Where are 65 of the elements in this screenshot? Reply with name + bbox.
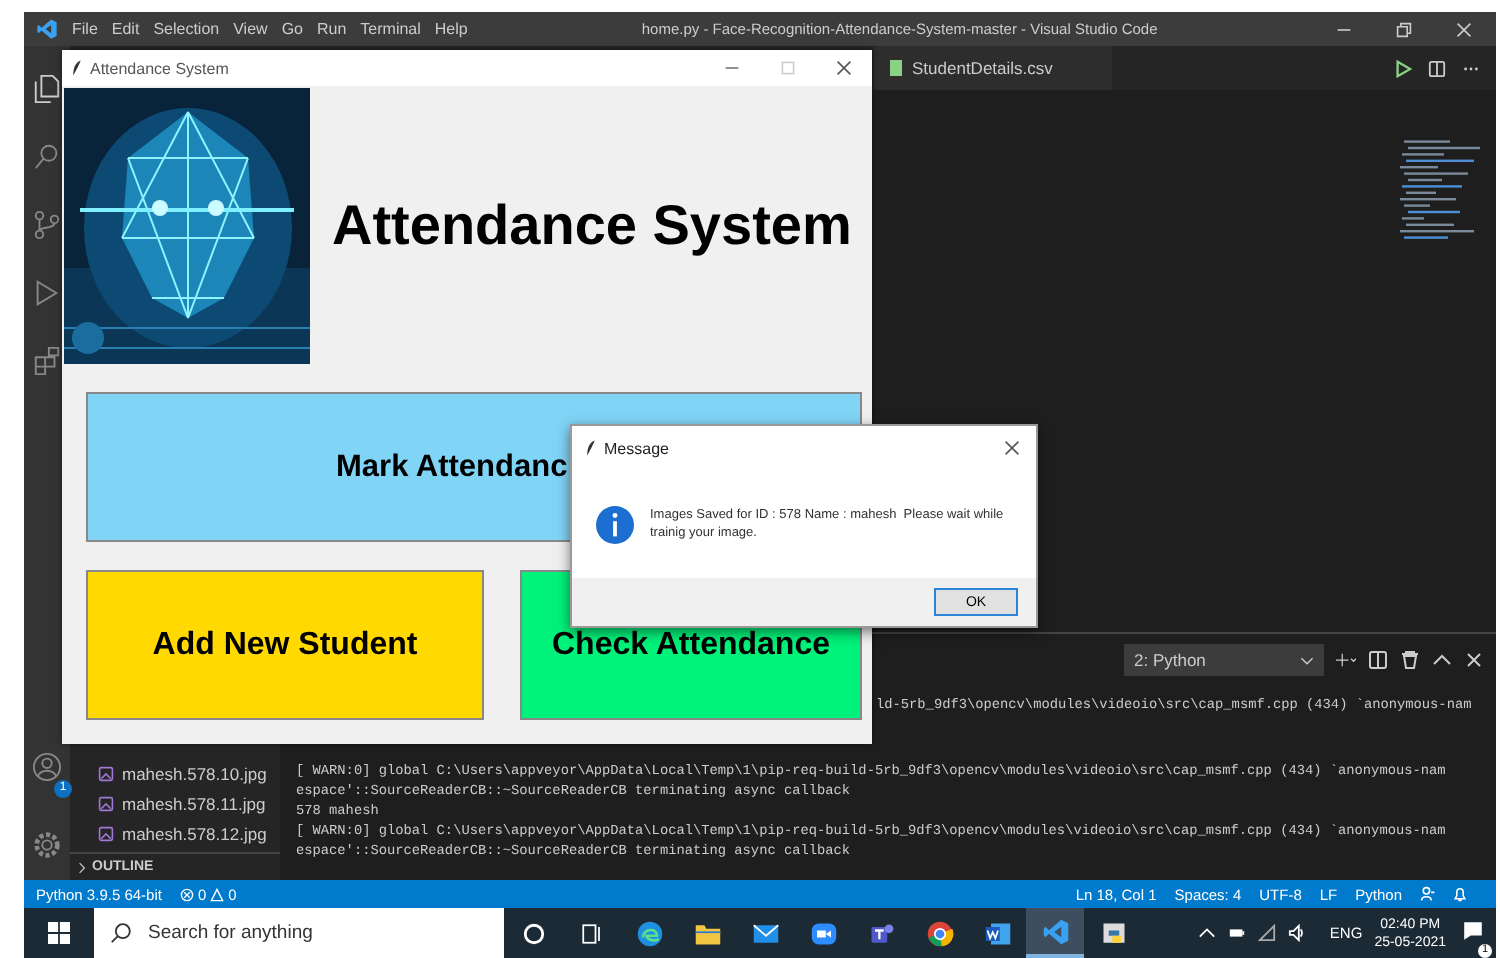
folder-icon — [693, 919, 721, 947]
trash-icon[interactable] — [1400, 650, 1420, 670]
new-terminal-icon[interactable] — [1336, 650, 1356, 670]
maximize-panel-icon[interactable] — [1432, 650, 1452, 670]
chevron-down-icon — [1300, 655, 1314, 665]
video-camera-icon — [809, 919, 837, 947]
browser-icon — [635, 919, 663, 947]
files-icon[interactable] — [32, 74, 62, 104]
python-app-icon — [1099, 919, 1127, 947]
account-icon[interactable] — [32, 752, 62, 782]
chat-app-icon — [867, 919, 895, 947]
info-icon — [596, 505, 634, 543]
menu-item[interactable]: File — [72, 20, 98, 38]
close-icon[interactable] — [836, 60, 852, 76]
color-wheel-icon — [925, 919, 953, 947]
image-file-icon — [98, 795, 114, 811]
csv-file-icon — [890, 60, 902, 76]
show-hidden-icon[interactable] — [1197, 924, 1216, 942]
dialog-title: Message — [604, 439, 669, 457]
code-logo-icon — [36, 18, 58, 40]
feedback-icon[interactable] — [1420, 886, 1436, 902]
image-file-icon — [98, 825, 114, 841]
menu-item[interactable]: View — [233, 20, 268, 38]
mail-icon — [751, 919, 779, 947]
restore-icon[interactable] — [1396, 21, 1412, 37]
editor-tab[interactable]: StudentDetails.csv — [874, 46, 1113, 90]
menu-item[interactable]: Run — [316, 20, 347, 38]
app-heading: Attendance System — [332, 193, 852, 257]
explorer-entry[interactable]: mahesh.578.12.jpg — [122, 823, 267, 843]
search-icon — [110, 922, 132, 944]
close-icon[interactable] — [1004, 440, 1020, 456]
task-view-icon — [577, 919, 605, 947]
split-terminal-icon[interactable] — [1368, 650, 1388, 670]
feather-icon — [586, 440, 596, 456]
volume-icon[interactable] — [1287, 924, 1306, 942]
explorer-entry[interactable]: mahesh.578.11.jpg — [122, 793, 266, 813]
bell-icon[interactable] — [1452, 886, 1468, 902]
wifi-icon[interactable] — [1257, 924, 1276, 942]
menu-item[interactable]: Go — [281, 20, 303, 38]
circle-icon — [519, 919, 547, 947]
search-field[interactable]: Search for anything — [94, 908, 504, 958]
menu-item[interactable]: Help — [434, 20, 468, 38]
search-icon[interactable] — [32, 142, 62, 172]
menu-item[interactable]: Terminal — [360, 20, 421, 38]
battery-icon[interactable] — [1227, 924, 1246, 942]
terminal-selector[interactable]: 2: Python — [1124, 644, 1324, 676]
feather-icon — [72, 60, 82, 76]
window-title: Attendance System — [90, 59, 229, 77]
menu-item[interactable]: Edit — [111, 20, 140, 38]
extensions-icon[interactable] — [32, 346, 62, 376]
run-icon[interactable] — [1394, 59, 1412, 77]
menu-item[interactable]: Selection — [153, 20, 220, 38]
source-control-icon[interactable] — [32, 210, 62, 240]
chevron-right-icon[interactable] — [78, 861, 86, 873]
code-editor-icon — [1041, 917, 1069, 945]
explorer-entry[interactable]: mahesh.578.10.jpg — [122, 763, 267, 783]
debug-icon[interactable] — [32, 278, 62, 308]
document-app-icon — [983, 919, 1011, 947]
settings-icon[interactable] — [32, 830, 62, 860]
split-editor-icon[interactable] — [1428, 59, 1446, 77]
start-icon[interactable] — [48, 922, 70, 944]
close-panel-icon[interactable] — [1464, 650, 1484, 670]
image-file-icon — [98, 765, 114, 781]
action-button[interactable]: Add New Student — [86, 570, 484, 720]
notifications-icon[interactable] — [1462, 919, 1484, 941]
